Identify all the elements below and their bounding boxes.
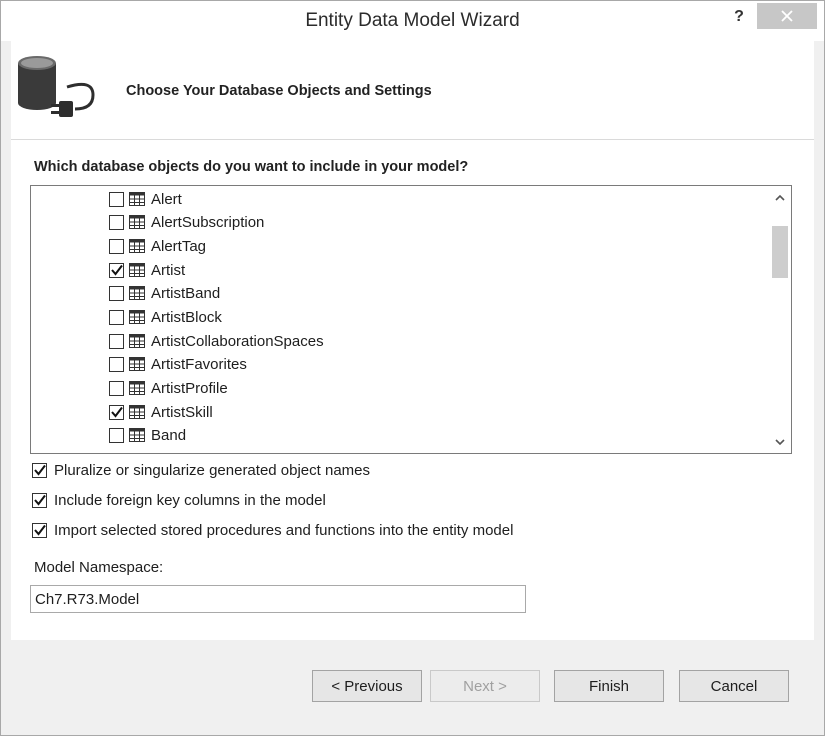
tree-item-checkbox[interactable] xyxy=(109,191,124,207)
page-title: Choose Your Database Objects and Setting… xyxy=(126,83,432,99)
title-bar: Entity Data Model Wizard ? xyxy=(1,1,824,41)
window-title: Entity Data Model Wizard xyxy=(305,10,520,31)
model-namespace-label: Model Namespace: xyxy=(34,559,164,576)
next-button: Next > xyxy=(430,670,540,702)
header-banner: Choose Your Database Objects and Setting… xyxy=(11,41,814,140)
table-icon xyxy=(129,405,145,419)
tree-item-label: Band xyxy=(151,426,187,444)
tree-item[interactable]: Band xyxy=(109,424,186,446)
table-icon xyxy=(129,310,145,324)
table-icon xyxy=(129,334,145,348)
tree-question-label: Which database objects do you want to in… xyxy=(34,159,469,175)
previous-button[interactable]: < Previous xyxy=(312,670,422,702)
tree-item-label: ArtistSkill xyxy=(151,403,213,421)
tree-item-label: AlertSubscription xyxy=(151,213,265,231)
check-icon xyxy=(34,464,46,476)
check-icon xyxy=(111,264,123,276)
model-namespace-input[interactable] xyxy=(30,585,526,613)
tree-item-checkbox[interactable] xyxy=(109,380,124,396)
tree-scrollbar[interactable] xyxy=(770,186,790,453)
cancel-button[interactable]: Cancel xyxy=(679,670,789,702)
tree-item[interactable]: ArtistFavorites xyxy=(109,353,247,375)
tree-item-checkbox[interactable] xyxy=(109,333,124,349)
database-plug-icon xyxy=(18,56,95,117)
tree-item-label: AlertTag xyxy=(151,237,207,255)
check-icon xyxy=(34,494,46,506)
tree-item-label: ArtistBlock xyxy=(151,308,222,326)
wizard-window: Entity Data Model Wizard ? Choose Your D… xyxy=(0,0,825,736)
table-icon xyxy=(129,263,145,277)
chevron-up-icon xyxy=(775,194,785,201)
table-icon xyxy=(129,381,145,395)
tree-item-checkbox[interactable] xyxy=(109,238,124,254)
tree-item-checkbox[interactable] xyxy=(109,356,124,372)
tree-item-checkbox[interactable] xyxy=(109,262,124,278)
chevron-down-icon xyxy=(775,439,785,446)
import-procedures-checkbox[interactable] xyxy=(32,523,47,538)
tree-item-label: ArtistFavorites xyxy=(151,355,247,373)
tree-item[interactable]: ArtistBand xyxy=(109,282,220,304)
tree-item-checkbox[interactable] xyxy=(109,404,124,420)
tree-item-checkbox[interactable] xyxy=(109,285,124,301)
tree-item-checkbox[interactable] xyxy=(109,309,124,325)
pluralize-checkbox[interactable] xyxy=(32,463,47,478)
tree-item[interactable]: AlertSubscription xyxy=(109,211,264,233)
close-icon xyxy=(781,10,793,22)
pluralize-option[interactable]: Pluralize or singularize generated objec… xyxy=(32,462,370,479)
check-icon xyxy=(111,406,123,418)
pluralize-label: Pluralize or singularize generated objec… xyxy=(54,462,371,479)
table-icon xyxy=(129,215,145,229)
tree-item[interactable]: Artist xyxy=(109,259,185,281)
tree-item-label: ArtistBand xyxy=(151,284,221,302)
foreign-key-label: Include foreign key columns in the model xyxy=(54,492,326,509)
scroll-thumb[interactable] xyxy=(772,226,788,278)
tree-item-label: ArtistProfile xyxy=(151,379,228,397)
tree-item[interactable]: ArtistProfile xyxy=(109,377,228,399)
table-icon xyxy=(129,286,145,300)
tree-item-checkbox[interactable] xyxy=(109,214,124,230)
tree-item[interactable]: ArtistBlock xyxy=(109,306,222,328)
foreign-key-checkbox[interactable] xyxy=(32,493,47,508)
scroll-up-button[interactable] xyxy=(770,186,790,208)
table-icon xyxy=(129,192,145,206)
close-button[interactable] xyxy=(757,3,817,29)
table-icon xyxy=(129,428,145,442)
database-objects-tree[interactable]: Alert AlertSubscription AlertTag Artist … xyxy=(30,185,792,454)
tree-item[interactable]: ArtistSkill xyxy=(109,401,213,423)
table-icon xyxy=(129,239,145,253)
tree-item-checkbox[interactable] xyxy=(109,427,124,443)
import-procedures-label: Import selected stored procedures and fu… xyxy=(54,522,514,539)
tree-item-label: Artist xyxy=(151,261,186,279)
finish-button[interactable]: Finish xyxy=(554,670,664,702)
scroll-down-button[interactable] xyxy=(770,431,790,453)
check-icon xyxy=(34,524,46,536)
help-button[interactable]: ? xyxy=(725,5,753,29)
table-icon xyxy=(129,357,145,371)
tree-item[interactable]: Alert xyxy=(109,188,182,210)
tree-item[interactable]: ArtistCollaborationSpaces xyxy=(109,330,324,352)
foreign-key-option[interactable]: Include foreign key columns in the model xyxy=(32,492,326,509)
tree-item[interactable]: AlertTag xyxy=(109,235,206,257)
import-procedures-option[interactable]: Import selected stored procedures and fu… xyxy=(32,522,513,539)
tree-item-label: ArtistCollaborationSpaces xyxy=(151,332,324,350)
tree-item-label: Alert xyxy=(151,190,182,208)
